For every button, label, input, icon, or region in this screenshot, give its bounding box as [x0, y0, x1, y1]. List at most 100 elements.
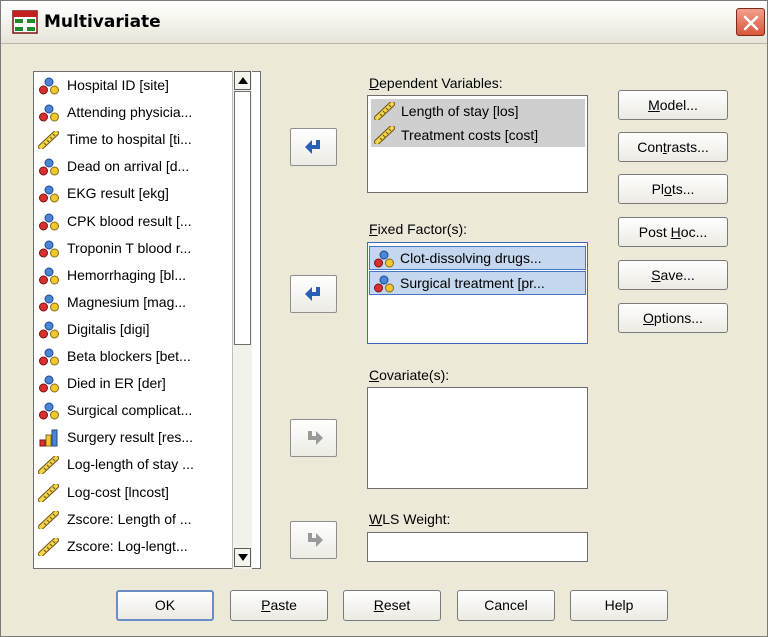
- variable-label: CPK blood result [...: [67, 212, 192, 229]
- variable-label: Log-cost [lncost]: [67, 483, 169, 500]
- variable-label: Hospital ID [site]: [67, 77, 169, 93]
- move-to-dependent-button[interactable]: [290, 128, 337, 166]
- arrow-left-blue-icon: [305, 287, 320, 301]
- nominal-icon: [39, 267, 59, 285]
- nominal-icon: [39, 348, 59, 366]
- fixed-factors-box[interactable]: Clot-dissolving drugs... Surgical treatm…: [367, 242, 588, 344]
- options-button[interactable]: Options...: [618, 303, 728, 333]
- variable-list-item[interactable]: Digitalis [digi]: [38, 318, 234, 340]
- variable-label: Zscore: Length of ...: [67, 510, 192, 527]
- scroll-thumb[interactable]: [234, 91, 251, 345]
- fixed-factor-item[interactable]: Surgical treatment [pr...: [369, 271, 586, 295]
- fixed-factor-item[interactable]: Clot-dissolving drugs...: [369, 246, 586, 270]
- dialog-title: Multivariate: [44, 12, 161, 32]
- move-to-wls-weight-button[interactable]: [290, 521, 337, 559]
- covariates-label: Covariate(s):: [369, 367, 450, 383]
- model-button[interactable]: Model...: [618, 90, 728, 120]
- scale-icon: [38, 537, 59, 556]
- scale-icon: [38, 131, 59, 150]
- scroll-down-button[interactable]: [234, 548, 251, 567]
- variable-list-item[interactable]: Surgery result [res...: [38, 426, 234, 448]
- dependent-item-label: Length of stay [los]: [401, 103, 519, 119]
- scale-icon: [38, 456, 59, 475]
- close-button[interactable]: [736, 8, 765, 36]
- variable-list-item[interactable]: Hospital ID [site]: [38, 74, 234, 96]
- nominal-icon: [39, 321, 59, 339]
- variable-list-item[interactable]: EKG result [ekg]: [38, 182, 234, 204]
- covariates-box[interactable]: [367, 387, 588, 489]
- wls-weight-label: WLS Weight:: [369, 511, 451, 527]
- close-icon: [743, 15, 759, 31]
- variable-label: Troponin T blood r...: [67, 239, 192, 256]
- multivariate-dialog: Multivariate Hospital ID [site] Attending…: [0, 0, 768, 637]
- nominal-icon: [39, 240, 59, 258]
- ok-button[interactable]: OK: [116, 590, 214, 621]
- arrow-right-disabled-icon: [308, 533, 323, 547]
- cancel-button[interactable]: Cancel: [457, 590, 555, 621]
- arrow-right-disabled-icon: [308, 431, 323, 445]
- variable-label: Beta blockers [bet...: [67, 348, 191, 364]
- variable-list-item[interactable]: Zscore: Log-lengt...: [38, 535, 234, 557]
- nominal-icon: [39, 185, 59, 203]
- nominal-icon: [39, 104, 59, 122]
- triangle-down-icon: [238, 554, 248, 561]
- variable-label: Surgical complicat...: [67, 402, 193, 419]
- fixed-factors-label: Fixed Factor(s):: [369, 221, 468, 237]
- variable-list-item[interactable]: Died in ER [der]: [38, 372, 234, 394]
- contrasts-button[interactable]: Contrasts...: [618, 132, 728, 162]
- variable-label: Attending physicia...: [67, 104, 193, 121]
- variable-list[interactable]: Hospital ID [site] Attending physicia... T…: [33, 71, 261, 569]
- variable-list-item[interactable]: Attending physicia...: [38, 101, 234, 123]
- variable-label: Hemorrhaging [bl...: [67, 266, 187, 283]
- scale-icon: [374, 126, 395, 144]
- paste-button[interactable]: Paste: [230, 590, 328, 621]
- variable-list-item[interactable]: Beta blockers [bet...: [38, 345, 234, 367]
- variable-label: Zscore: Log-lengt...: [67, 537, 188, 554]
- ordinal-icon: [39, 429, 58, 447]
- nominal-icon: [374, 275, 394, 293]
- dialog-icon: [12, 10, 38, 34]
- variable-list-item[interactable]: Time to hospital [ti...: [38, 128, 234, 150]
- variable-list-item[interactable]: CPK blood result [...: [38, 210, 234, 232]
- nominal-icon: [39, 158, 59, 176]
- variable-label: Died in ER [der]: [67, 375, 166, 392]
- variable-label: Magnesium [mag...: [67, 293, 187, 310]
- variable-list-item[interactable]: Magnesium [mag...: [38, 291, 234, 313]
- scroll-up-button[interactable]: [234, 71, 251, 90]
- nominal-icon: [39, 375, 59, 393]
- help-button[interactable]: Help: [570, 590, 668, 621]
- variable-list-scrollbar[interactable]: [232, 71, 252, 569]
- variable-list-item[interactable]: Zscore: Length of ...: [38, 508, 234, 530]
- move-to-covariate-button[interactable]: [290, 419, 337, 457]
- post-hoc-button[interactable]: Post Hoc...: [618, 217, 728, 247]
- variable-list-item[interactable]: Troponin T blood r...: [38, 237, 234, 259]
- reset-button[interactable]: Reset: [343, 590, 441, 621]
- fixed-factor-label: Surgical treatment [pr...: [400, 275, 545, 291]
- save-button[interactable]: Save...: [618, 260, 728, 290]
- dependent-item[interactable]: Treatment costs [cost]: [371, 123, 585, 147]
- nominal-icon: [39, 77, 59, 95]
- variable-list-item[interactable]: Log-cost [lncost]: [38, 481, 234, 503]
- nominal-icon: [39, 402, 59, 420]
- variable-list-item[interactable]: Log-length of stay ...: [38, 453, 234, 475]
- scale-icon: [38, 510, 59, 529]
- variable-label: Digitalis [digi]: [67, 320, 150, 337]
- fixed-factor-label: Clot-dissolving drugs...: [400, 250, 542, 266]
- variable-list-item[interactable]: Hemorrhaging [bl...: [38, 264, 234, 286]
- move-to-fixed-factor-button[interactable]: [290, 275, 337, 313]
- nominal-icon: [374, 250, 394, 268]
- triangle-up-icon: [238, 77, 248, 84]
- variable-label: Surgery result [res...: [67, 429, 194, 446]
- dependent-item-label: Treatment costs [cost]: [401, 127, 539, 143]
- plots-button[interactable]: Plots...: [618, 174, 728, 204]
- variable-list-item[interactable]: Dead on arrival [d...: [38, 155, 234, 177]
- variable-label: Time to hospital [ti...: [67, 131, 192, 148]
- scale-icon: [38, 483, 59, 502]
- variable-list-item[interactable]: Surgical complicat...: [38, 399, 234, 421]
- dependent-variables-box[interactable]: Length of stay [los] Treatment costs [co…: [367, 95, 588, 193]
- scale-icon: [374, 102, 395, 120]
- variable-label: Dead on arrival [d...: [67, 158, 190, 175]
- dependent-item[interactable]: Length of stay [los]: [371, 99, 585, 123]
- wls-weight-field[interactable]: [367, 532, 588, 562]
- variable-label: Log-length of stay ...: [67, 456, 194, 473]
